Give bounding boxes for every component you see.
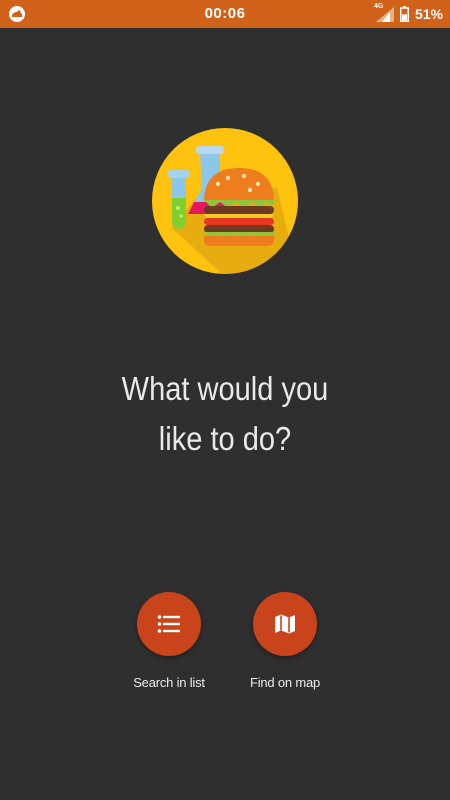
prompt-heading: What would you like to do?	[27, 364, 423, 464]
search-in-list-action[interactable]: Search in list	[109, 592, 229, 690]
find-on-map-label[interactable]: Find on map	[225, 675, 345, 690]
network-type-label: 4G	[373, 3, 384, 10]
find-on-map-action[interactable]: Find on map	[225, 592, 345, 690]
prompt-line-2: like to do?	[158, 420, 292, 457]
prompt-line-1: What would you	[121, 370, 329, 407]
find-on-map-button[interactable]	[253, 592, 317, 656]
battery-icon	[399, 6, 409, 22]
list-icon	[157, 615, 180, 633]
network-indicator: 4G	[373, 3, 394, 22]
status-bar: 00:06 4G 51%	[0, 0, 450, 28]
search-in-list-label[interactable]: Search in list	[109, 675, 229, 690]
burger-and-test-tubes-logo-icon	[152, 128, 298, 274]
battery-percent: 51%	[414, 6, 443, 22]
status-indicators: 4G 51%	[374, 0, 443, 28]
search-in-list-button[interactable]	[137, 592, 201, 656]
map-icon	[275, 614, 295, 634]
